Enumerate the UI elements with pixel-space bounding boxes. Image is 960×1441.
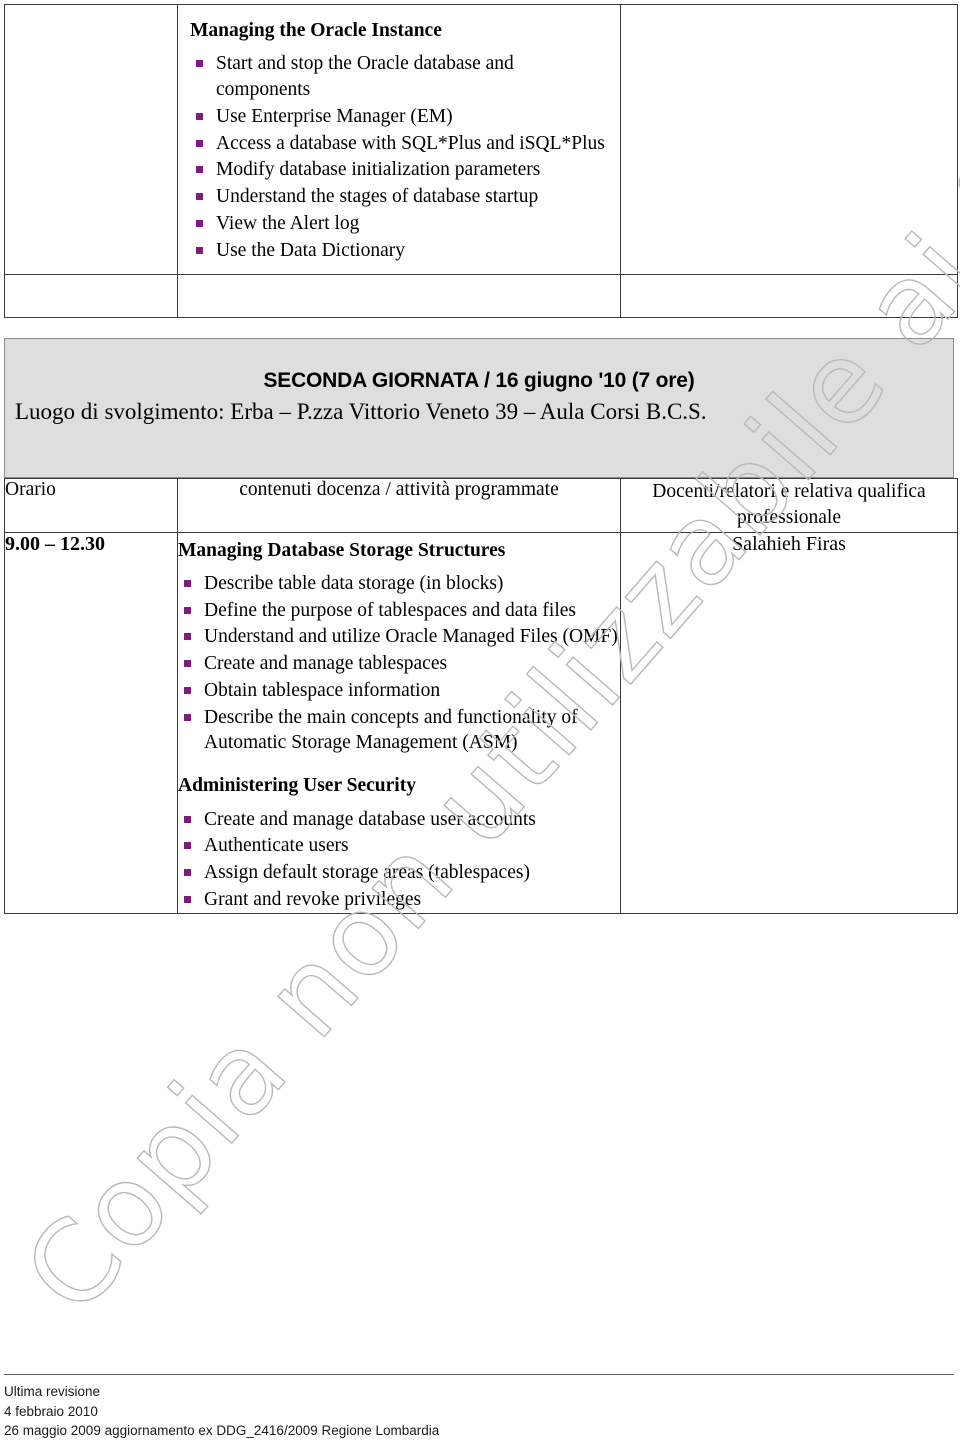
top-time-cell	[4, 3, 178, 276]
security-bullet-list: Create and manage database user accounts…	[178, 807, 620, 913]
table-row: 9.00 – 12.30 Managing Database Storage S…	[4, 531, 958, 915]
list-item: Describe table data storage (in blocks)	[178, 571, 620, 597]
spacer-time-cell	[4, 274, 178, 319]
top-content-cell: Managing the Oracle Instance Start and s…	[177, 3, 621, 276]
section-title-administering-user-security: Administering User Security	[178, 775, 416, 797]
table-row-spacer	[4, 274, 958, 319]
footer-line-3: 26 maggio 2009 aggiornamento ex DDG_2416…	[4, 1423, 440, 1439]
list-item: Access a database with SQL*Plus and iSQL…	[190, 131, 608, 157]
footer-line-1: Ultima revisione	[4, 1384, 101, 1399]
list-item: View the Alert log	[190, 211, 608, 237]
top-schedule-table: Managing the Oracle Instance Start and s…	[4, 3, 958, 319]
spacer-content-cell	[177, 274, 621, 319]
section-title-managing-oracle-instance: Managing the Oracle Instance	[190, 20, 442, 41]
list-item: Describe the main concepts and functiona…	[178, 705, 620, 756]
main-schedule-table: Orario contenuti docenza / attività prog…	[4, 478, 958, 915]
top-bullet-list: Start and stop the Oracle database and c…	[190, 51, 608, 263]
list-item: Start and stop the Oracle database and c…	[190, 51, 608, 102]
cell-teacher-name: Salahieh Firas	[620, 531, 958, 915]
column-header-docenti: Docenti/relatori e relativa qualifica pr…	[620, 478, 958, 533]
list-item: Assign default storage areas (tablespace…	[178, 860, 620, 886]
column-header-contenuti: contenuti docenza / attività programmate	[177, 478, 621, 533]
table-header-row: Orario contenuti docenza / attività prog…	[4, 478, 958, 533]
list-item: Authenticate users	[178, 833, 620, 859]
section-title-managing-database-storage-structures: Managing Database Storage Structures	[178, 539, 506, 561]
list-item: Understand and utilize Oracle Managed Fi…	[178, 624, 620, 650]
day-banner: SECONDA GIORNATA / 16 giugno '10 (7 ore)…	[4, 338, 954, 478]
banner-location: Luogo di svolgimento: Erba – P.zza Vitto…	[15, 399, 707, 424]
top-teacher-cell	[620, 3, 958, 276]
cell-content-topics: Managing Database Storage Structures Des…	[177, 531, 621, 915]
table-row: Managing the Oracle Instance Start and s…	[4, 3, 958, 276]
list-item: Create and manage database user accounts	[178, 807, 620, 833]
list-item: Understand the stages of database startu…	[190, 184, 608, 210]
list-item: Modify database initialization parameter…	[190, 157, 608, 183]
footer-revision-info: Ultima revisione 4 febbraio 2010 26 magg…	[4, 1382, 804, 1441]
banner-title: SECONDA GIORNATA / 16 giugno '10 (7 ore)	[263, 369, 695, 392]
cell-time-range: 9.00 – 12.30	[4, 531, 178, 915]
list-item: Obtain tablespace information	[178, 678, 620, 704]
list-item: Define the purpose of tablespaces and da…	[178, 598, 620, 624]
document-page: Managing the Oracle Instance Start and s…	[0, 0, 960, 1438]
list-item: Create and manage tablespaces	[178, 651, 620, 677]
list-item: Grant and revoke privileges	[178, 887, 620, 913]
footer-line-2: 4 febbraio 2010	[4, 1403, 98, 1419]
storage-bullet-list: Describe table data storage (in blocks) …	[178, 571, 620, 756]
column-header-orario: Orario	[4, 478, 178, 533]
list-item: Use the Data Dictionary	[190, 238, 608, 264]
spacer-teacher-cell	[620, 274, 958, 319]
footer-divider	[4, 1374, 954, 1375]
list-item: Use Enterprise Manager (EM)	[190, 104, 608, 130]
